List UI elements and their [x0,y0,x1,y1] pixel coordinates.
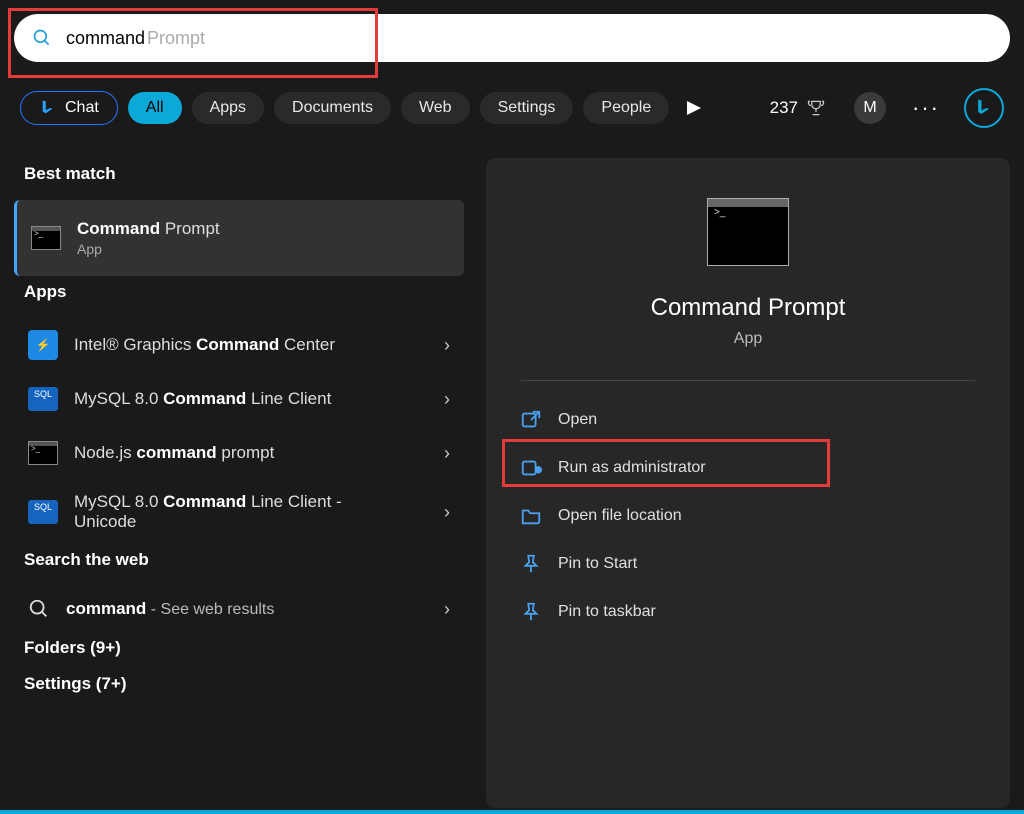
user-avatar[interactable]: M [854,92,886,124]
app-result[interactable]: MySQL 8.0 Command Line Client - Unicode … [14,480,464,544]
filter-web[interactable]: Web [401,92,470,124]
divider [521,380,976,381]
chevron-right-icon: › [444,443,450,464]
app-result-title: MySQL 8.0 Command Line Client - Unicode [74,492,374,532]
filter-people[interactable]: People [583,92,669,124]
filter-apps-label: Apps [210,99,246,117]
filter-settings[interactable]: Settings [480,92,574,124]
filter-people-label: People [601,99,651,117]
best-match-title: Command Prompt [77,219,220,239]
pin-icon [520,601,542,623]
folder-icon [520,505,542,527]
search-typed-text: command [66,28,145,49]
settings-label: Settings (7+) [24,674,464,694]
search-suggestion-text: Prompt [147,28,205,49]
filter-settings-label: Settings [498,99,556,117]
chevron-right-icon: › [444,389,450,410]
more-button[interactable]: ··· [912,95,940,121]
app-result[interactable]: Node.js command prompt › [14,426,464,480]
bing-chat-button[interactable] [964,88,1004,128]
action-open-label: Open [558,411,597,429]
best-match-label: Best match [24,164,464,184]
search-input[interactable]: command Prompt [14,14,1010,62]
web-result[interactable]: command - See web results › [14,586,464,632]
rewards-points[interactable]: 237 [770,98,826,118]
pin-icon [520,553,542,575]
action-run-admin[interactable]: Run as administrator [506,447,990,489]
action-pin-taskbar[interactable]: Pin to taskbar [506,591,990,633]
filter-bar: Chat All Apps Documents Web Settings Peo… [14,88,1010,128]
action-open-location[interactable]: Open file location [506,495,990,537]
scroll-right-button[interactable] [679,93,709,123]
web-label: Search the web [24,550,464,570]
folders-label: Folders (9+) [24,638,464,658]
best-match-sub: App [77,241,220,257]
filter-chat-label: Chat [65,99,99,117]
app-result[interactable]: ⚡ Intel® Graphics Command Center › [14,318,464,372]
trophy-icon [806,98,826,118]
filter-documents[interactable]: Documents [274,92,391,124]
bing-icon [39,99,57,117]
cmd-icon [31,226,61,250]
app-result-title: Node.js command prompt [74,443,274,463]
play-icon [687,101,701,115]
results-panel: Best match Command Prompt App Apps ⚡ Int… [14,158,464,808]
bing-icon [974,98,994,118]
rewards-points-value: 237 [770,98,798,118]
action-location-label: Open file location [558,507,682,525]
app-preview-icon [707,198,789,266]
chevron-right-icon: › [444,502,450,523]
cmd-icon [28,441,58,465]
app-sub: App [734,330,762,348]
app-result-title: Intel® Graphics Command Center [74,335,335,355]
action-pin-taskbar-label: Pin to taskbar [558,603,656,621]
intel-icon: ⚡ [28,330,58,360]
filter-chat[interactable]: Chat [20,91,118,125]
filter-documents-label: Documents [292,99,373,117]
chevron-right-icon: › [444,599,450,620]
app-result-title: MySQL 8.0 Command Line Client [74,389,331,409]
best-match-result[interactable]: Command Prompt App [14,200,464,276]
apps-label: Apps [24,282,464,302]
action-pin-start[interactable]: Pin to Start [506,543,990,585]
action-pin-start-label: Pin to Start [558,555,637,573]
action-admin-label: Run as administrator [558,459,706,477]
action-open[interactable]: Open [506,399,990,441]
preview-panel: Command Prompt App Open Run as administr… [486,158,1010,808]
filter-all-label: All [146,99,164,117]
admin-icon [520,457,542,479]
mysql-icon [28,387,58,411]
open-icon [520,409,542,431]
app-result[interactable]: MySQL 8.0 Command Line Client › [14,372,464,426]
action-list: Open Run as administrator Open file loca… [506,399,990,633]
mysql-icon [28,500,58,524]
search-icon [28,598,50,620]
filter-apps[interactable]: Apps [192,92,264,124]
app-title: Command Prompt [651,294,846,322]
chevron-right-icon: › [444,335,450,356]
search-icon [32,28,52,48]
filter-web-label: Web [419,99,452,117]
taskbar-accent [0,810,1024,814]
web-result-title: command - See web results [66,599,274,619]
avatar-initial: M [863,99,876,117]
filter-all[interactable]: All [128,92,182,124]
